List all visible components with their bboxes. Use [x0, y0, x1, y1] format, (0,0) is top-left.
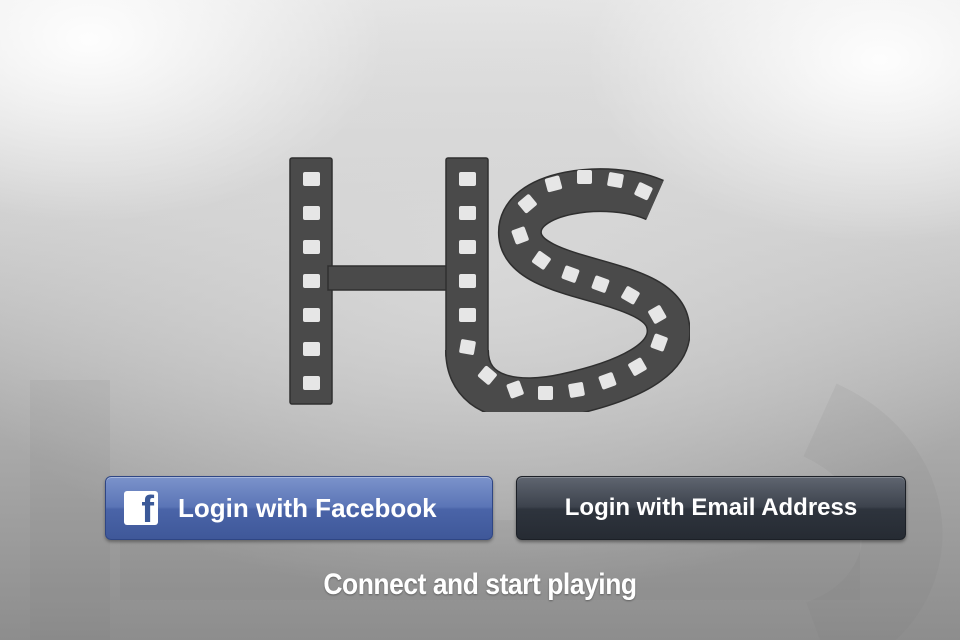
- login-email-button[interactable]: Login with Email Address: [516, 476, 906, 540]
- facebook-button-label: Login with Facebook: [178, 492, 437, 523]
- tagline: Connect and start playing: [323, 568, 637, 601]
- facebook-f-icon: f: [124, 491, 158, 525]
- email-button-label: Login with Email Address: [564, 494, 858, 521]
- login-facebook-button[interactable]: f Login with Facebook: [105, 476, 493, 540]
- hs-filmstrip-logo: [289, 157, 690, 412]
